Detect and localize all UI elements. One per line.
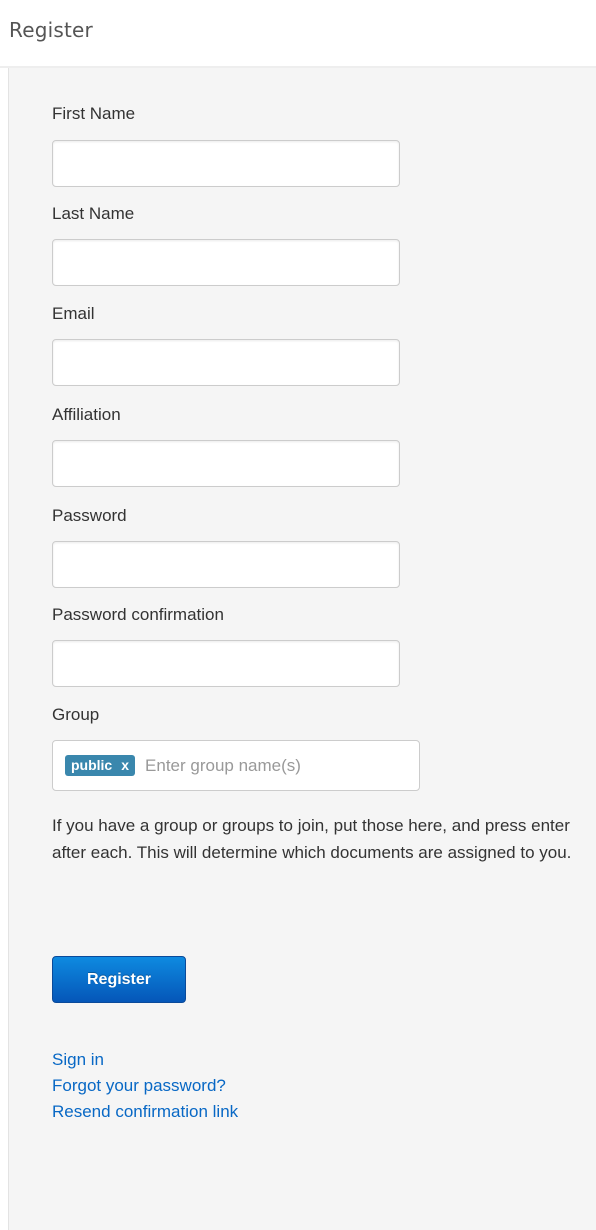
first-name-field[interactable] <box>52 140 400 187</box>
group-name-input[interactable] <box>143 754 378 777</box>
email-field[interactable] <box>52 339 400 386</box>
sign-in-link[interactable]: Sign in <box>52 1047 238 1073</box>
tag-remove-icon[interactable]: x <box>121 757 129 773</box>
password-confirmation-label: Password confirmation <box>52 605 224 624</box>
group-tag-public: public x <box>65 755 136 776</box>
last-name-label: Last Name <box>52 204 135 223</box>
password-label: Password <box>52 506 127 525</box>
forgot-password-link[interactable]: Forgot your password? <box>52 1073 238 1099</box>
password-confirmation-field[interactable] <box>52 640 400 687</box>
email-label: Email <box>52 304 95 323</box>
last-name-field[interactable] <box>52 239 400 286</box>
first-name-label: First Name <box>52 104 136 123</box>
group-tag-input[interactable]: public x <box>52 740 420 791</box>
group-label: Group <box>52 705 100 724</box>
auth-links: Sign in Forgot your password? Resend con… <box>52 1047 238 1125</box>
affiliation-field[interactable] <box>52 440 400 487</box>
group-help-text: If you have a group or groups to join, p… <box>52 816 572 862</box>
password-field[interactable] <box>52 541 400 588</box>
resend-confirmation-link[interactable]: Resend confirmation link <box>52 1099 238 1125</box>
group-tag-text: public <box>71 757 113 773</box>
register-button[interactable]: Register <box>52 956 186 1003</box>
affiliation-label: Affiliation <box>52 405 121 424</box>
page-title: Register <box>9 18 93 42</box>
